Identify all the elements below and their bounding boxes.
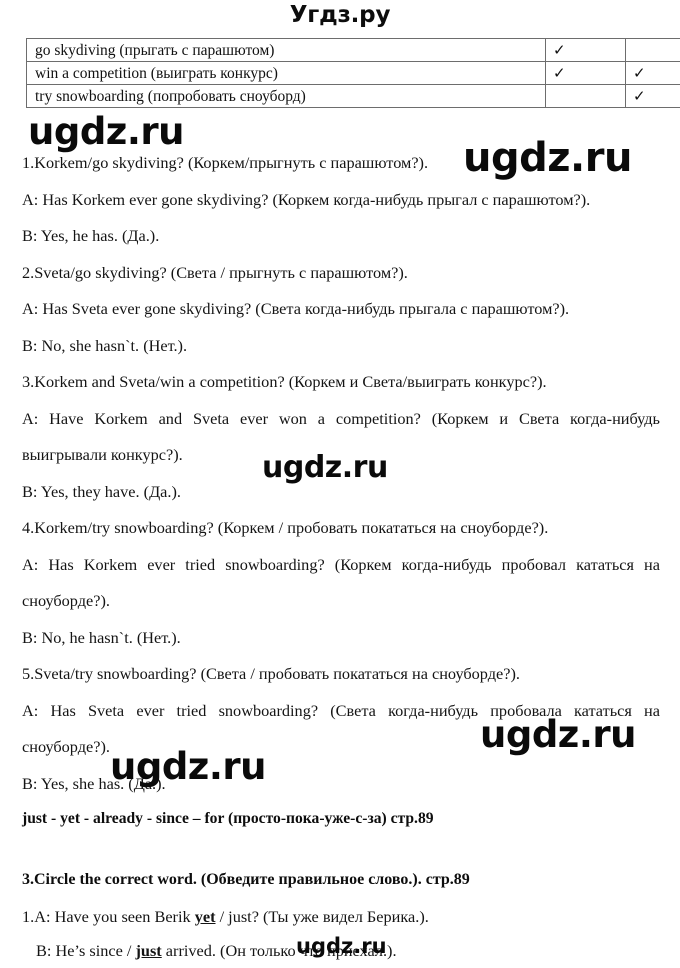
answer-line: A: Has Sveta ever gone skydiving? (Света…: [22, 291, 660, 328]
table-cell-person2: [626, 39, 680, 62]
answer-line: 1.Korkem/go skydiving? (Коркем/прыгнуть …: [22, 145, 660, 182]
answer-line: B: Yes, he has. (Да.).: [22, 218, 660, 255]
table-row: win a competition (выиграть конкурс) ✓ ✓: [27, 62, 680, 85]
table-row: go skydiving (прыгать с парашютом) ✓: [27, 39, 680, 62]
table-cell-activity: go skydiving (прыгать с парашютом): [27, 39, 546, 62]
answer-line: B: No, she hasn`t. (Нет.).: [22, 328, 660, 365]
answer-line: B: Yes, they have. (Да.).: [22, 474, 660, 511]
answers-block: 1.Korkem/go skydiving? (Коркем/прыгнуть …: [22, 145, 660, 802]
answer-line: 2.Sveta/go skydiving? (Света / прыгнуть …: [22, 255, 660, 292]
table-cell-activity: try snowboarding (попробовать сноуборд): [27, 85, 546, 108]
task3-line-2-answer: just: [135, 941, 161, 960]
answer-line: 4.Korkem/try snowboarding? (Коркем / про…: [22, 510, 660, 547]
answer-line: A: Has Korkem ever gone skydiving? (Корк…: [22, 182, 660, 219]
keywords-reference-line: just - yet - already - since – for (прос…: [22, 809, 434, 829]
answer-line: A: Has Sveta ever tried snowboarding? (С…: [22, 693, 660, 766]
task3-line-2-suffix: arrived. (Он только что приехал.).: [162, 941, 397, 960]
answer-line: B: Yes, she has. (Да.).: [22, 766, 660, 803]
table-cell-person1: [546, 85, 626, 108]
task3-line-1-prefix: 1.A: Have you seen Berik: [22, 907, 195, 926]
table-cell-person2: ✓: [626, 85, 680, 108]
task3-line-2: B: He’s since / just arrived. (Он только…: [22, 934, 662, 968]
document-page: Угдз.ру go skydiving (прыгать с парашюто…: [0, 0, 680, 966]
table-row: try snowboarding (попробовать сноуборд) …: [27, 85, 680, 108]
table-cell-activity: win a competition (выиграть конкурс): [27, 62, 546, 85]
site-header-title: Угдз.ру: [0, 2, 680, 28]
task3-line-2-prefix: B: He’s since /: [36, 941, 135, 960]
answer-line: A: Has Korkem ever tried snowboarding? (…: [22, 547, 660, 620]
check-icon: ✓: [633, 87, 646, 105]
table-cell-person1: ✓: [546, 39, 626, 62]
check-icon: ✓: [633, 64, 646, 82]
answer-line: B: No, he hasn`t. (Нет.).: [22, 620, 660, 657]
check-icon: ✓: [553, 64, 566, 82]
table-cell-person1: ✓: [546, 62, 626, 85]
answer-line: 5.Sveta/try snowboarding? (Света / пробо…: [22, 656, 660, 693]
task3-block: 1.A: Have you seen Berik yet / just? (Ты…: [22, 900, 662, 968]
task3-line-1: 1.A: Have you seen Berik yet / just? (Ты…: [22, 900, 662, 934]
activities-table: go skydiving (прыгать с парашютом) ✓ win…: [26, 38, 680, 108]
check-icon: ✓: [553, 41, 566, 59]
answer-line: 3.Korkem and Sveta/win a competition? (К…: [22, 364, 660, 401]
task3-heading: 3.Circle the correct word. (Обведите пра…: [22, 870, 470, 890]
task3-line-1-answer: yet: [195, 907, 216, 926]
table-cell-person2: ✓: [626, 62, 680, 85]
answer-line: A: Have Korkem and Sveta ever won a comp…: [22, 401, 660, 474]
activities-table-body: go skydiving (прыгать с парашютом) ✓ win…: [27, 39, 680, 108]
task3-line-1-suffix: / just? (Ты уже видел Берика.).: [216, 907, 429, 926]
